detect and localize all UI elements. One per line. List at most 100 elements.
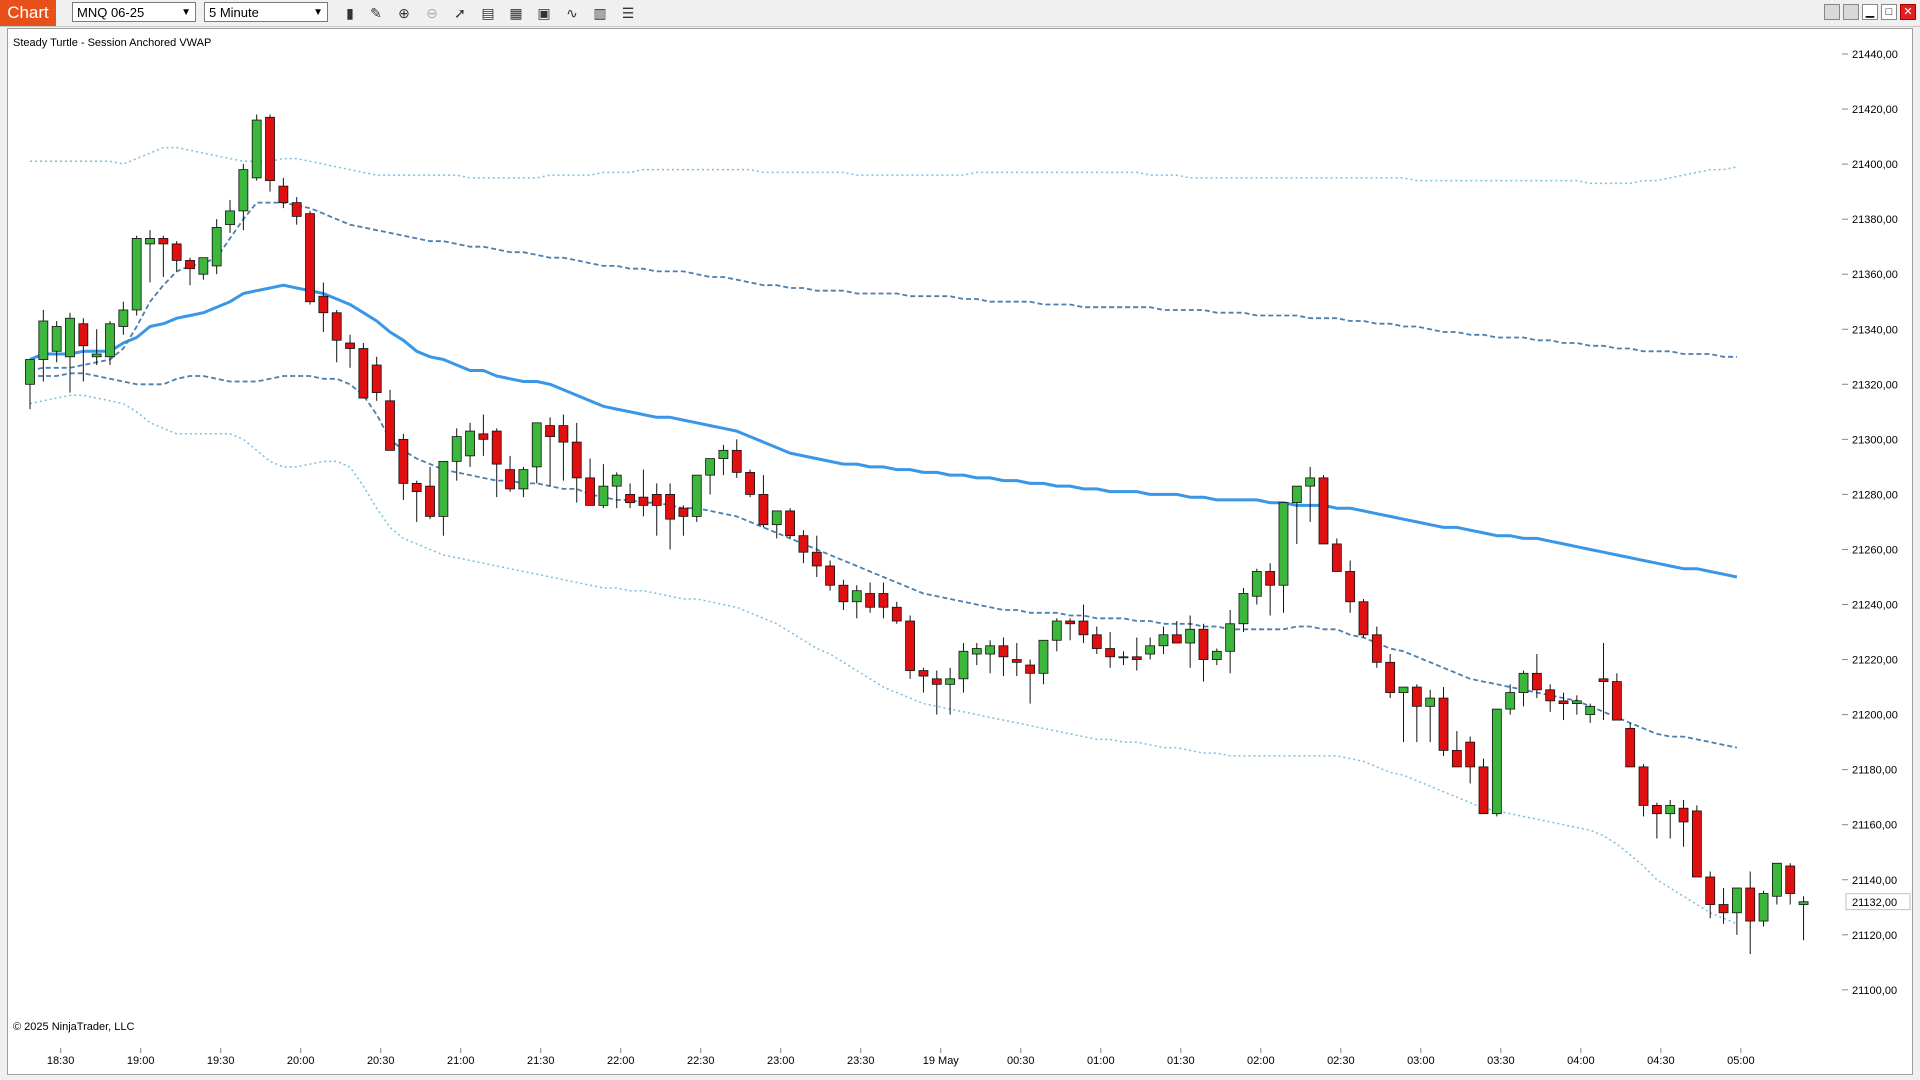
x-tick-label: 02:30 [1327,1055,1355,1067]
y-tick-label: 21300,00 [1852,434,1898,446]
candle-body [1705,876,1716,905]
x-tick-label: 23:30 [847,1055,875,1067]
vwap-upper-band-2 [30,146,1738,185]
candle-body [251,119,262,179]
candle-body [411,482,422,493]
x-tick-label: 20:30 [367,1055,395,1067]
candle-body [838,584,849,603]
candle-body [1478,766,1489,815]
candle-body [1051,620,1062,641]
y-tick-label: 21100,00 [1852,985,1897,997]
candle-body [971,648,982,655]
candle-body [1331,543,1342,572]
candle-body [1785,865,1796,894]
candle-body [1651,805,1662,815]
candle-body [1745,887,1756,922]
y-tick-label: 21140,00 [1852,875,1897,887]
candle-body [1185,628,1196,644]
candle-body [625,493,635,504]
candle-body [865,593,876,608]
candle-body [545,425,555,437]
indicator-label: Steady Turtle - Session Anchored VWAP [13,37,212,49]
x-tick-label: 22:00 [607,1055,635,1067]
candle-body [438,460,449,517]
candle-body [691,474,702,517]
candle-body [1691,810,1702,878]
x-tick-label: 03:30 [1487,1055,1515,1067]
candle-body [1425,697,1436,707]
copyright-text: © 2025 NinjaTrader, LLC [13,1021,135,1033]
candle-body [1438,697,1449,751]
candle-body [571,441,582,479]
candle-body [105,323,115,358]
candle-body [851,590,862,603]
candle-body [1731,887,1742,914]
candle-body [398,438,409,484]
candle-body [131,238,142,311]
candle-body [998,645,1009,658]
x-tick-label: 21:00 [447,1055,475,1067]
candle-body [1758,893,1769,922]
candle-body [758,493,769,526]
candle-body [1065,620,1076,625]
candle-body [665,493,675,520]
vwap-lower-band-2 [29,394,1738,925]
candle-body [1465,741,1476,768]
candle-body [1105,648,1116,658]
candle-body [38,320,49,360]
candle-body [118,309,129,327]
candle-body [745,471,755,495]
candle-body [478,433,489,440]
candle-body [1798,901,1809,905]
candle-body [1011,659,1022,663]
y-tick-label: 21380,00 [1852,214,1898,226]
candle-body [185,260,195,270]
candlestick-chart[interactable]: 21440,00 21420,00 21400,00 21380,00 21360,00… [0,0,1920,1080]
candle-body [811,551,822,567]
candle-body [1291,485,1302,504]
candle-body [1371,634,1382,663]
x-tick-label: 00:30 [1007,1055,1035,1067]
candle-body [1251,571,1262,597]
candle-body [1545,689,1556,702]
candle-body [385,400,395,451]
candle-body [305,213,315,303]
candle-body [211,227,222,267]
y-tick-label: 21400,00 [1852,159,1898,171]
candle-body [1238,593,1249,625]
y-tick-label: 21240,00 [1852,600,1898,612]
candle-body [1345,571,1356,603]
candle-body [531,422,542,468]
candle-body [491,430,502,465]
candle-body [145,238,155,245]
candle-body [905,620,916,671]
candle-body [798,535,809,553]
candle-body [878,593,889,608]
candle-body [1678,807,1689,823]
candle-body [1091,634,1102,649]
candle-body [678,507,689,517]
candle-body [1358,601,1369,636]
candle-body [918,670,929,677]
candle-body [705,458,715,476]
y-tick-label: 21260,00 [1852,544,1898,556]
candle-body [65,317,75,358]
candle-body [1531,672,1542,691]
candle-body [225,210,235,226]
candle-body [1145,645,1156,655]
candle-body [1625,727,1636,768]
candle-body [1305,477,1316,487]
candle-body [505,469,515,490]
x-tick-label: 04:00 [1567,1055,1595,1067]
candle-body [318,295,329,314]
candle-body [638,496,649,506]
candle-body [1398,686,1409,693]
x-tick-label: 19:30 [207,1055,235,1067]
candle-body [891,606,902,622]
candle-body [278,185,289,204]
candle-body [558,425,569,443]
y-tick-label: 21320,00 [1852,379,1898,391]
x-tick-label: 21:30 [527,1055,555,1067]
candle-body [425,485,435,517]
candle-body [1638,766,1649,806]
